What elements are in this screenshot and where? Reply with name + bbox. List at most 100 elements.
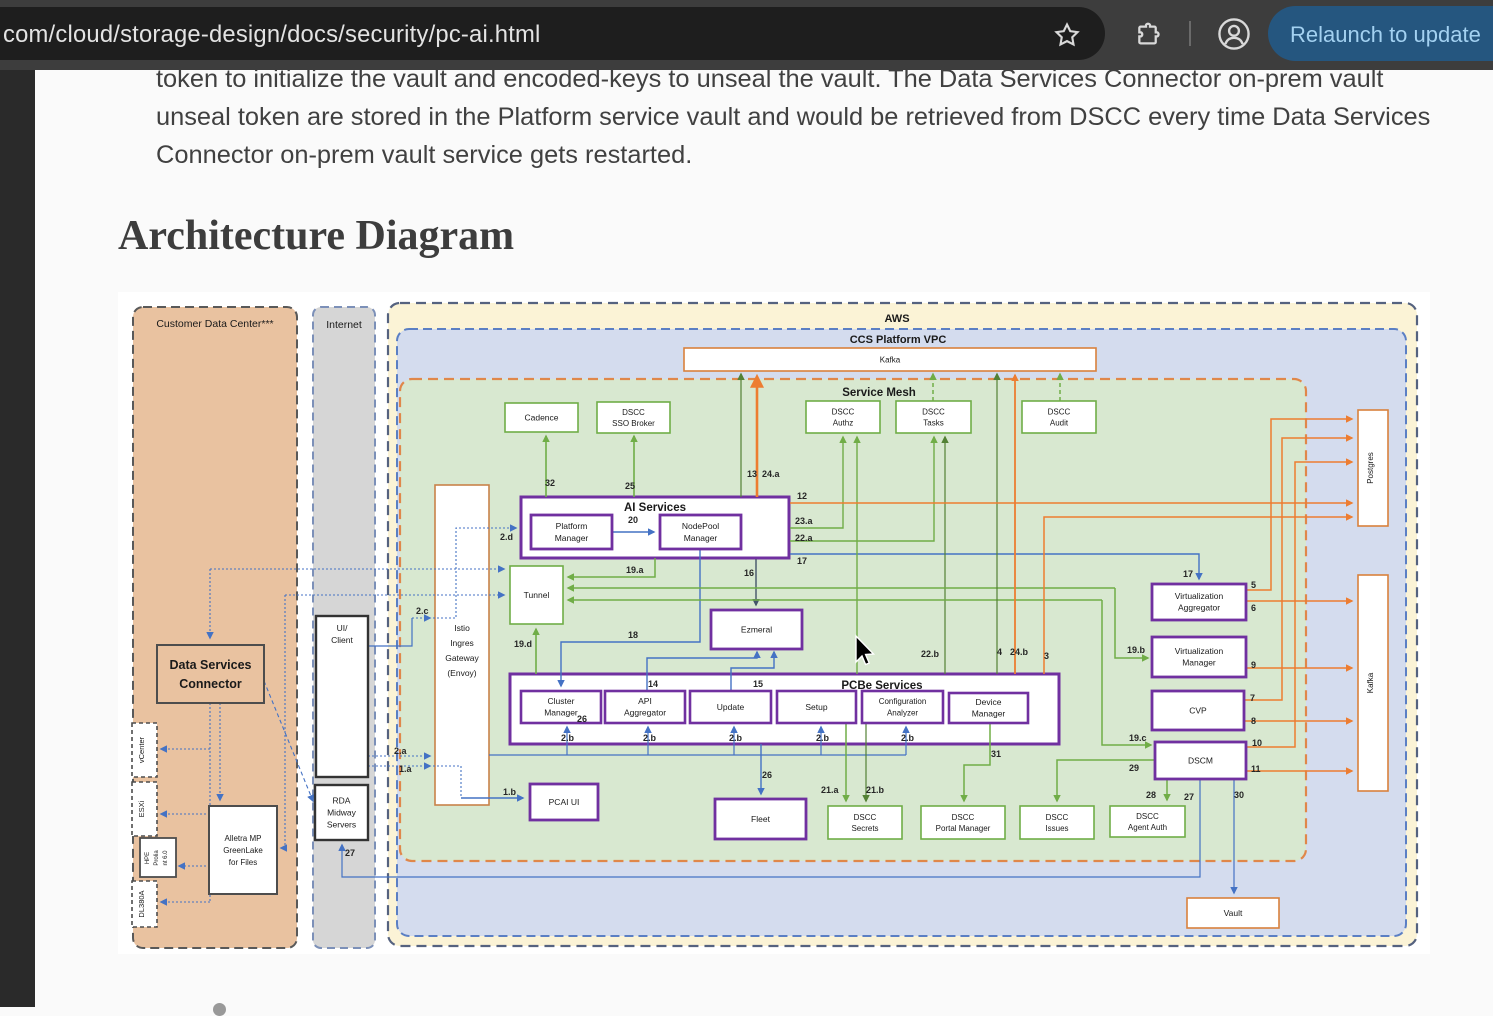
svg-text:16: 16 (744, 568, 754, 578)
svg-text:15: 15 (753, 679, 763, 689)
svg-text:13: 13 (747, 469, 757, 479)
svg-text:29: 29 (1129, 763, 1139, 773)
svg-text:Manager: Manager (972, 709, 1006, 719)
svg-text:Connector: Connector (179, 677, 242, 691)
svg-text:CVP: CVP (1189, 706, 1207, 716)
svg-text:UI/: UI/ (337, 623, 349, 633)
svg-text:SSO Broker: SSO Broker (612, 419, 655, 428)
svg-text:2.a: 2.a (394, 746, 408, 756)
svg-text:24.b: 24.b (1010, 647, 1029, 657)
svg-text:1.a: 1.a (399, 764, 413, 774)
svg-text:AWS: AWS (884, 313, 909, 325)
svg-text:8: 8 (1251, 716, 1256, 726)
svg-text:Service Mesh: Service Mesh (842, 387, 916, 399)
svg-text:Manager: Manager (544, 708, 578, 718)
svg-text:Kafka: Kafka (880, 355, 901, 364)
svg-text:25: 25 (625, 481, 635, 491)
svg-text:Aggregator: Aggregator (624, 708, 666, 718)
svg-text:Setup: Setup (805, 702, 827, 712)
svg-text:API: API (638, 696, 652, 706)
svg-text:Configuration: Configuration (879, 697, 927, 706)
svg-text:4: 4 (997, 647, 1002, 657)
svg-text:Ingres: Ingres (450, 638, 474, 648)
svg-text:Istio: Istio (454, 623, 470, 633)
svg-text:27: 27 (1184, 792, 1194, 802)
svg-text:2.b: 2.b (643, 733, 657, 743)
svg-text:6: 6 (1251, 603, 1256, 613)
svg-text:20: 20 (628, 515, 638, 525)
svg-text:2.b: 2.b (561, 733, 575, 743)
svg-text:PCAI UI: PCAI UI (549, 797, 580, 807)
svg-text:Alletra MP: Alletra MP (225, 834, 262, 843)
svg-text:Update: Update (717, 702, 745, 712)
svg-text:Secrets: Secrets (851, 824, 878, 833)
svg-text:2.b: 2.b (729, 733, 743, 743)
svg-text:(Envoy): (Envoy) (447, 668, 476, 678)
svg-text:Virtualization: Virtualization (1175, 591, 1224, 601)
svg-text:1.b: 1.b (503, 787, 517, 797)
svg-text:ESXi: ESXi (137, 800, 146, 817)
svg-text:Portal Manager: Portal Manager (936, 824, 991, 833)
svg-text:GreenLake: GreenLake (223, 846, 263, 855)
svg-text:Ezmeral: Ezmeral (741, 625, 772, 635)
svg-text:17: 17 (797, 556, 807, 566)
svg-text:Vault: Vault (1224, 908, 1243, 918)
svg-text:Postgres: Postgres (1366, 452, 1375, 484)
svg-text:vCenter: vCenter (137, 736, 146, 763)
svg-text:DSCC: DSCC (1046, 813, 1069, 822)
svg-text:24.a: 24.a (762, 469, 781, 479)
svg-text:DSCC: DSCC (952, 813, 975, 822)
svg-text:AI Services: AI Services (624, 502, 686, 514)
svg-text:19.a: 19.a (626, 565, 645, 575)
svg-text:DSCM: DSCM (1188, 756, 1213, 766)
svg-text:21.a: 21.a (821, 785, 840, 795)
svg-text:Customer Data Center***: Customer Data Center*** (156, 318, 273, 330)
svg-text:31: 31 (991, 749, 1001, 759)
svg-text:DL380A: DL380A (137, 890, 146, 917)
svg-text:NodePool: NodePool (682, 521, 719, 531)
svg-text:Cadence: Cadence (524, 413, 558, 423)
svg-text:19.c: 19.c (1129, 733, 1147, 743)
svg-text:Audit: Audit (1050, 418, 1069, 427)
svg-text:9: 9 (1251, 660, 1256, 670)
svg-text:2.b: 2.b (816, 733, 830, 743)
svg-text:3: 3 (1044, 651, 1049, 661)
svg-text:nt 6.0: nt 6.0 (163, 850, 169, 866)
svg-text:10: 10 (1252, 738, 1262, 748)
svg-text:Prolia: Prolia (154, 850, 160, 866)
svg-text:5: 5 (1251, 580, 1256, 590)
svg-text:Kafka: Kafka (1366, 672, 1375, 693)
svg-text:Client: Client (331, 635, 353, 645)
svg-text:Manager: Manager (1182, 658, 1216, 668)
svg-text:18: 18 (628, 630, 638, 640)
svg-text:Manager: Manager (684, 533, 718, 543)
svg-text:Servers: Servers (327, 820, 356, 830)
svg-text:Platform: Platform (556, 521, 588, 531)
svg-text:26: 26 (762, 770, 772, 780)
svg-text:19.d: 19.d (514, 639, 532, 649)
svg-text:Midway: Midway (327, 808, 357, 818)
svg-text:for Files: for Files (229, 858, 257, 867)
svg-text:19.b: 19.b (1127, 645, 1146, 655)
svg-text:Data Services: Data Services (169, 658, 251, 672)
svg-text:21.b: 21.b (866, 785, 885, 795)
svg-text:HPE: HPE (145, 852, 151, 864)
svg-text:Aggregator: Aggregator (1178, 603, 1220, 613)
svg-text:11: 11 (1251, 764, 1261, 774)
svg-text:2.c: 2.c (416, 606, 429, 616)
svg-text:22.b: 22.b (921, 649, 940, 659)
svg-text:Tunnel: Tunnel (524, 590, 550, 600)
svg-text:DSCC: DSCC (922, 407, 945, 416)
svg-text:Device: Device (976, 697, 1002, 707)
svg-text:12: 12 (797, 491, 807, 501)
svg-text:30: 30 (1234, 790, 1244, 800)
svg-text:Issues: Issues (1045, 824, 1068, 833)
svg-text:14: 14 (648, 679, 658, 689)
svg-text:23.a: 23.a (795, 516, 814, 526)
svg-text:RDA: RDA (333, 796, 351, 806)
svg-text:2.d: 2.d (500, 532, 513, 542)
svg-text:Cluster: Cluster (548, 696, 575, 706)
svg-text:Gateway: Gateway (445, 653, 479, 663)
svg-text:Manager: Manager (555, 533, 589, 543)
svg-text:CCS Platform VPC: CCS Platform VPC (850, 334, 947, 346)
